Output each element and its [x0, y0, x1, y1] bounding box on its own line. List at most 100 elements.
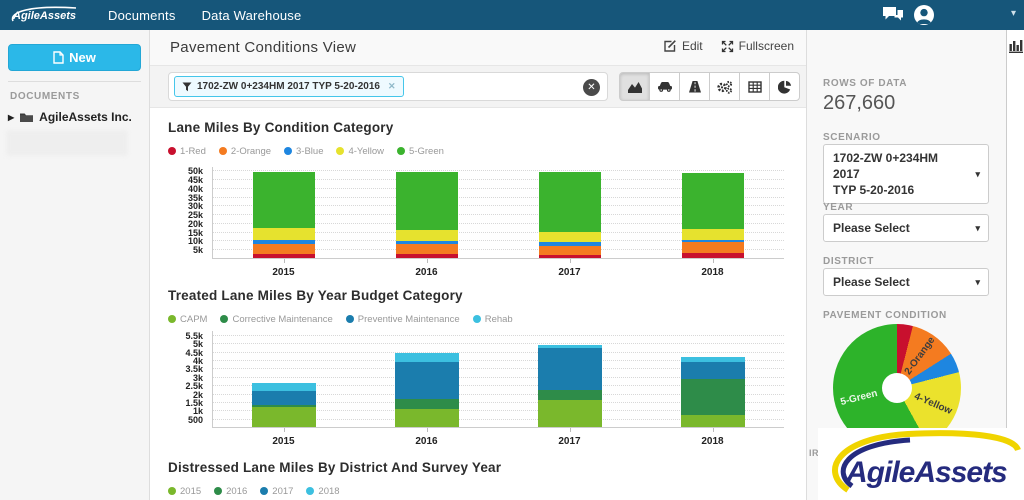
- view-toolbar: [619, 72, 800, 101]
- filter-input[interactable]: 1702-ZW 0+234HM 2017 TYP 5-20-2016 ✕ ✕: [168, 72, 608, 101]
- bar-segment-Preventive Maintenance[interactable]: [537, 348, 602, 391]
- legend-item-2-Orange[interactable]: 2-Orange: [218, 146, 271, 157]
- bar-segment-5-Green[interactable]: [252, 172, 315, 229]
- bar-segment-CAPM[interactable]: [251, 406, 316, 427]
- pie-slice-label-2-Orange: 2-Orange: [902, 334, 938, 377]
- stacked-bar-2018[interactable]: [680, 356, 745, 427]
- x-tick-label: 2017: [558, 436, 581, 447]
- stacked-bar-2016[interactable]: [395, 172, 458, 258]
- year-select[interactable]: Please Select ▾: [823, 214, 989, 242]
- bar-segment-1-Red[interactable]: [252, 253, 315, 258]
- scenario-select[interactable]: 1702-ZW 0+234HM 2017 TYP 5-20-2016 ▾: [823, 144, 989, 204]
- x-tick-mark: [283, 428, 285, 432]
- legend-item-Rehab[interactable]: Rehab: [472, 314, 513, 325]
- legend-item-1-Red[interactable]: 1-Red: [168, 146, 206, 157]
- bar-segment-2-Orange[interactable]: [538, 245, 601, 255]
- stacked-bar-2018[interactable]: [681, 173, 744, 258]
- stacked-bar-2017[interactable]: [537, 345, 602, 427]
- bar-segment-Corrective Maintenance[interactable]: [394, 398, 459, 410]
- nav-item-data-warehouse[interactable]: Data Warehouse: [202, 8, 302, 23]
- gridline: [212, 351, 784, 353]
- legend-item-Corrective Maintenance[interactable]: Corrective Maintenance: [220, 314, 333, 325]
- bar-segment-CAPM[interactable]: [537, 400, 602, 427]
- bar-segment-2-Orange[interactable]: [252, 244, 315, 254]
- y-tick-label: 25k: [187, 210, 203, 221]
- nav-item-documents[interactable]: Documents: [108, 8, 176, 23]
- bar-chart-panel-icon[interactable]: [1008, 38, 1024, 54]
- area-chart-icon: [627, 81, 642, 93]
- bar-segment-Corrective Maintenance[interactable]: [680, 378, 745, 416]
- new-button[interactable]: New: [8, 44, 141, 71]
- toolbar-car-button[interactable]: [649, 72, 680, 101]
- legend-dot: [214, 487, 223, 495]
- y-tick-label: 35k: [187, 192, 203, 203]
- bar-segment-1-Red[interactable]: [395, 253, 458, 258]
- bar-segment-Corrective Maintenance[interactable]: [537, 390, 602, 401]
- legend-item-CAPM[interactable]: CAPM: [168, 314, 207, 325]
- legend-item-2016[interactable]: 2016: [214, 486, 247, 497]
- toolbar-table-button[interactable]: [739, 72, 770, 101]
- fullscreen-button[interactable]: Fullscreen: [721, 39, 794, 53]
- bar-segment-CAPM[interactable]: [394, 409, 459, 427]
- bar-segment-Rehab[interactable]: [394, 353, 459, 362]
- legend-item-Preventive Maintenance[interactable]: Preventive Maintenance: [345, 314, 460, 325]
- chat-icon[interactable]: [882, 5, 904, 25]
- bar-segment-2-Orange[interactable]: [681, 242, 744, 253]
- legend-dot: [220, 315, 229, 323]
- user-avatar-icon[interactable]: [913, 4, 935, 26]
- chip-close-icon[interactable]: ✕: [388, 81, 396, 92]
- filter-chip[interactable]: 1702-ZW 0+234HM 2017 TYP 5-20-2016 ✕: [174, 76, 404, 97]
- documents-sidebar: New DOCUMENTS ▶ AgileAssets Inc.: [0, 30, 150, 500]
- district-select[interactable]: Please Select ▾: [823, 268, 989, 296]
- page-title: Pavement Conditions View: [170, 39, 357, 56]
- user-menu-caret-icon[interactable]: ▾: [1011, 8, 1016, 19]
- pie-slice-label-5-Green: 5-Green: [838, 387, 879, 408]
- bar-segment-5-Green[interactable]: [681, 173, 744, 230]
- stacked-bar-2016[interactable]: [394, 353, 459, 427]
- legend-dot: [260, 487, 269, 495]
- edit-label: Edit: [681, 39, 703, 53]
- legend-item-5-Green[interactable]: 5-Green: [397, 146, 444, 157]
- toolbar-gears-button[interactable]: [709, 72, 740, 101]
- x-axis: [212, 427, 784, 428]
- bar-segment-Rehab[interactable]: [251, 382, 316, 392]
- bar-segment-1-Red[interactable]: [538, 254, 601, 258]
- x-tick-mark: [426, 259, 428, 263]
- edit-button[interactable]: Edit: [663, 39, 703, 53]
- gridline: [212, 343, 784, 345]
- legend-item-2015[interactable]: 2015: [168, 486, 201, 497]
- legend-item-4-Yellow[interactable]: 4-Yellow: [336, 146, 384, 157]
- bar-segment-Preventive Maintenance[interactable]: [680, 361, 745, 379]
- bar-segment-Preventive Maintenance[interactable]: [394, 361, 459, 399]
- bar-segment-1-Red[interactable]: [681, 252, 744, 258]
- bar-segment-5-Green[interactable]: [395, 172, 458, 230]
- bar-segment-4-Yellow[interactable]: [538, 231, 601, 243]
- clear-filters-button[interactable]: ✕: [583, 79, 600, 96]
- legend-dot: [336, 147, 345, 155]
- toolbar-road-button[interactable]: [679, 72, 710, 101]
- y-tick-label: 15k: [187, 227, 203, 238]
- bar-segment-CAPM[interactable]: [680, 415, 745, 427]
- stacked-bar-2015[interactable]: [252, 172, 315, 258]
- legend-item-2018[interactable]: 2018: [306, 486, 340, 497]
- bar-segment-4-Yellow[interactable]: [252, 228, 315, 240]
- legend-dot: [345, 315, 354, 323]
- toolbar-area-chart-button[interactable]: [619, 72, 650, 101]
- tree-item-agileassets-inc[interactable]: ▶ AgileAssets Inc.: [8, 110, 132, 124]
- toolbar-pie-chart-button[interactable]: [769, 72, 800, 101]
- chart-distressed-lane-miles: Distressed Lane Miles By District And Su…: [168, 460, 790, 497]
- bar-segment-4-Yellow[interactable]: [681, 229, 744, 240]
- bar-segment-4-Yellow[interactable]: [395, 230, 458, 241]
- bar-segment-2-Orange[interactable]: [395, 244, 458, 254]
- tree-expand-caret-icon[interactable]: ▶: [8, 113, 14, 122]
- bar-segment-5-Green[interactable]: [538, 172, 601, 232]
- brand-logo[interactable]: AgileAssets: [8, 4, 82, 26]
- stacked-bar-2017[interactable]: [538, 172, 601, 258]
- stacked-bar-2015[interactable]: [251, 382, 316, 427]
- scenario-value-line2: TYP 5-20-2016: [833, 183, 915, 197]
- x-tick-label: 2018: [701, 267, 724, 278]
- legend-item-3-Blue[interactable]: 3-Blue: [284, 146, 323, 157]
- x-tick-label: 2015: [272, 436, 295, 447]
- bar-segment-Preventive Maintenance[interactable]: [251, 391, 316, 406]
- legend-item-2017[interactable]: 2017: [260, 486, 293, 497]
